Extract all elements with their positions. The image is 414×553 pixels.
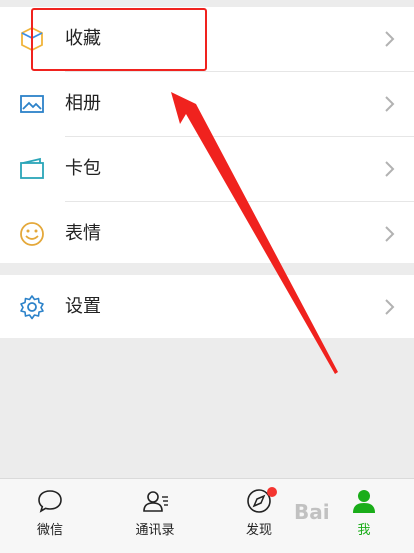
settings-gear-icon xyxy=(20,295,44,320)
sticker-smiley-icon xyxy=(20,222,44,246)
menu-group-settings: 设置 xyxy=(0,275,414,338)
menu-item-card-pack[interactable]: 卡包 xyxy=(0,137,414,201)
menu-item-stickers[interactable]: 表情 xyxy=(0,202,414,266)
menu-item-label: 收藏 xyxy=(65,28,101,49)
favorites-cube-icon xyxy=(21,26,43,52)
chevron-right-icon xyxy=(385,161,395,177)
menu-item-settings[interactable]: 设置 xyxy=(0,275,414,339)
contacts-icon xyxy=(143,491,168,512)
tab-label: 通讯录 xyxy=(135,523,175,538)
tab-label: 微信 xyxy=(36,523,63,538)
baidu-watermark: Bai xyxy=(294,500,330,524)
top-strip xyxy=(0,0,414,7)
menu-item-label: 表情 xyxy=(65,223,101,244)
menu-item-label: 设置 xyxy=(65,296,101,317)
chevron-right-icon xyxy=(385,31,395,47)
album-icon xyxy=(20,95,44,113)
chevron-right-icon xyxy=(385,96,395,112)
card-pack-icon xyxy=(20,157,44,179)
chat-bubble-icon xyxy=(38,490,62,513)
chevron-right-icon xyxy=(385,299,395,315)
menu-item-label: 卡包 xyxy=(65,158,101,179)
menu-item-label: 相册 xyxy=(65,93,101,114)
bottom-tab-bar: 微信 通讯录 发现 我 xyxy=(0,478,414,553)
menu-item-favorites[interactable]: 收藏 xyxy=(0,7,414,71)
notification-badge-dot xyxy=(267,487,277,497)
tab-chats[interactable]: 微信 xyxy=(0,479,100,553)
menu-item-album[interactable]: 相册 xyxy=(0,72,414,136)
tab-contacts[interactable]: 通讯录 xyxy=(105,479,205,553)
me-person-icon xyxy=(353,490,375,513)
menu-group-main: 收藏 相册 卡包 表情 xyxy=(0,7,414,263)
chevron-right-icon xyxy=(385,226,395,242)
